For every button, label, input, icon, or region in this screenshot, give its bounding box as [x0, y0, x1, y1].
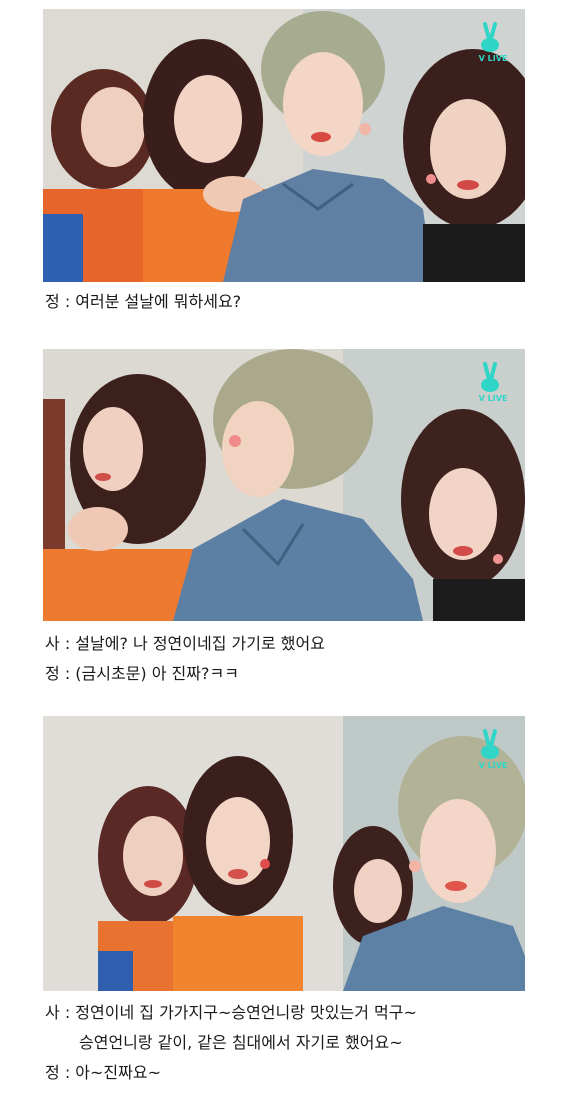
video-frame-2: V LIVE [43, 349, 525, 621]
caption-speaker: 정 [45, 1063, 60, 1082]
caption-speaker: 사 [45, 1003, 60, 1022]
caption-text: 아~진짜요~ [75, 1063, 161, 1082]
video-frame-1: V LIVE [43, 9, 525, 282]
caption-text: (금시초문) 아 진짜?ㅋㅋ [75, 664, 239, 683]
vlive-watermark-text: V LIVE [479, 394, 508, 403]
caption-line: 사 : 정연이네 집 가가지구~승연언니랑 맛있는거 먹구~ [45, 1003, 417, 1023]
caption-separator: : [59, 664, 76, 683]
caption-separator: : [59, 1063, 76, 1082]
frame-image-1 [43, 9, 525, 282]
caption-text: 여러분 설날에 뭐하세요? [75, 292, 242, 311]
caption-line: 정 : 아~진짜요~ [45, 1063, 161, 1083]
caption-line: 정 : (금시초문) 아 진짜?ㅋㅋ [45, 664, 239, 684]
frame-image-3 [43, 716, 525, 991]
caption-separator: : [59, 292, 76, 311]
vlive-watermark-text: V LIVE [479, 54, 508, 63]
caption-separator: : [59, 1003, 76, 1022]
caption-speaker: 정 [45, 292, 60, 311]
caption-speaker: 정 [45, 664, 60, 683]
caption-line: 정 : 여러분 설날에 뭐하세요? [45, 292, 241, 312]
caption-separator: : [59, 634, 76, 653]
frame-image-2 [43, 349, 525, 621]
vlive-peace-sign-icon: V LIVE [479, 362, 508, 403]
caption-line: 사 : 설날에? 나 정연이네집 가기로 했어요 [45, 634, 325, 654]
vlive-peace-sign-icon: V LIVE [479, 729, 508, 770]
vlive-watermark-text: V LIVE [479, 761, 508, 770]
caption-line-continued: 승연언니랑 같이, 같은 침대에서 자기로 했어요~ [79, 1033, 403, 1053]
caption-text: 승연언니랑 같이, 같은 침대에서 자기로 했어요~ [79, 1033, 403, 1052]
caption-speaker: 사 [45, 634, 60, 653]
caption-text: 설날에? 나 정연이네집 가기로 했어요 [75, 634, 325, 653]
video-frame-3: V LIVE [43, 716, 525, 991]
vlive-peace-sign-icon: V LIVE [479, 22, 508, 63]
caption-text: 정연이네 집 가가지구~승연언니랑 맛있는거 먹구~ [75, 1003, 417, 1022]
